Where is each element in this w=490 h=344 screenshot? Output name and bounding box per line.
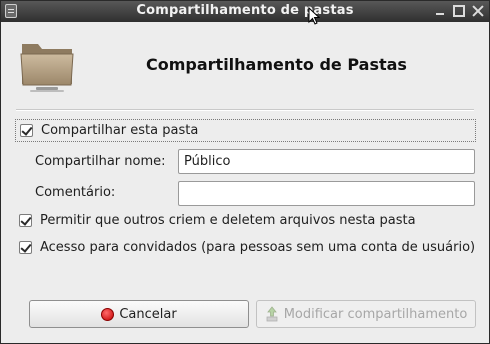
comment-label: Comentário: <box>35 185 116 200</box>
share-icon <box>266 306 278 322</box>
cancel-button[interactable]: Cancelar <box>29 300 249 328</box>
minimize-button[interactable] <box>434 5 446 17</box>
share-dialog-window: Compartilhamento de pastas Compartilhame… <box>0 0 490 344</box>
guest-access-checkbox[interactable] <box>19 241 32 254</box>
maximize-button[interactable] <box>453 5 465 17</box>
mouse-cursor-icon <box>308 7 320 25</box>
close-button[interactable] <box>472 5 484 17</box>
title-bar[interactable]: Compartilhamento de pastas <box>1 1 489 25</box>
window-title: Compartilhamento de pastas <box>136 3 354 18</box>
comment-input[interactable] <box>178 181 475 206</box>
dialog-heading: Compartilhamento de Pastas <box>146 55 407 74</box>
folder-icon <box>20 44 74 92</box>
modify-button-label: Modificar compartilhamento <box>283 306 468 322</box>
cancel-button-label: Cancelar <box>119 306 177 322</box>
allow-write-checkbox[interactable] <box>19 214 32 227</box>
separator <box>16 109 474 111</box>
allow-write-label[interactable]: Permitir que outros criem e deletem arqu… <box>40 213 416 228</box>
share-folder-checkbox[interactable] <box>20 124 33 137</box>
stop-icon <box>101 307 115 321</box>
share-folder-label: Compartilhar esta pasta <box>41 123 199 138</box>
share-folder-row[interactable]: Compartilhar esta pasta <box>15 119 476 142</box>
modify-share-button[interactable]: Modificar compartilhamento <box>256 300 476 328</box>
share-name-input[interactable]: Público <box>178 149 475 174</box>
share-name-label: Compartilhar nome: <box>35 154 166 169</box>
guest-access-label[interactable]: Acesso para convidados (para pessoas sem… <box>40 240 475 255</box>
